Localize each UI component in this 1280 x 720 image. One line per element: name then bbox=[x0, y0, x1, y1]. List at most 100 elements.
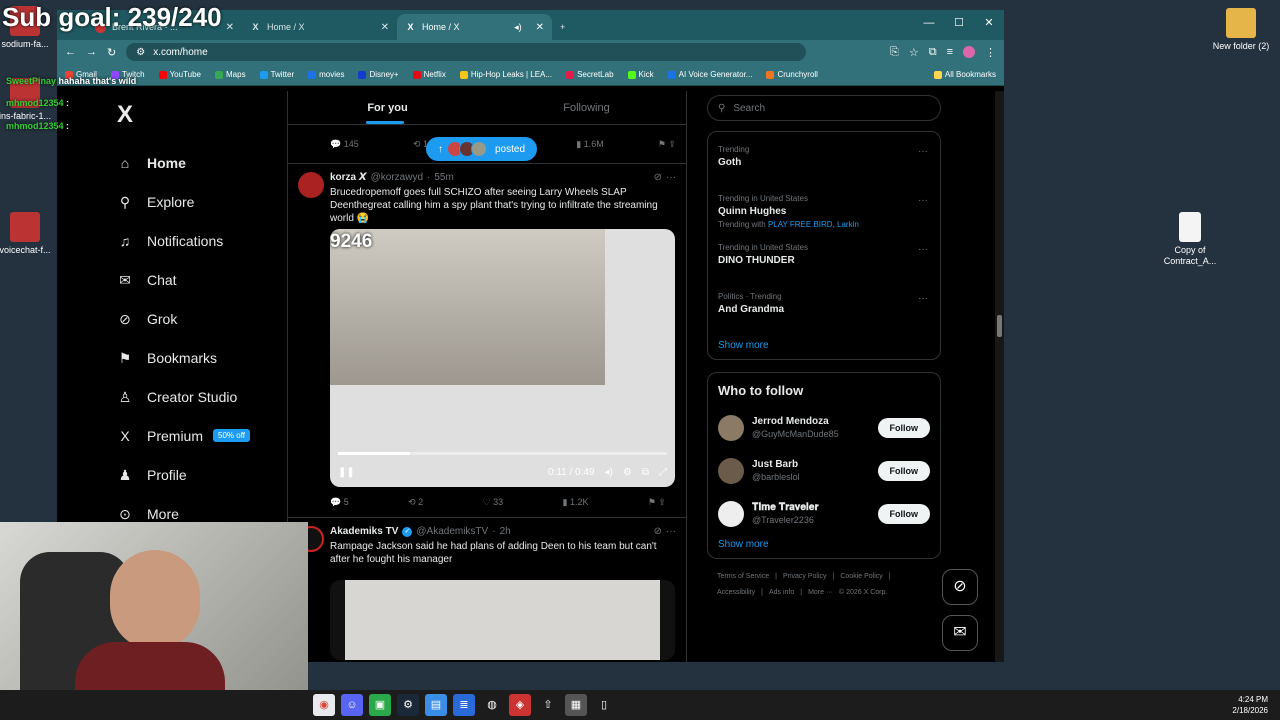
reply-button[interactable]: 💬 145 bbox=[330, 139, 359, 150]
fullscreen-icon[interactable]: ⤢ bbox=[659, 467, 667, 478]
tweet-time[interactable]: 2h bbox=[500, 526, 511, 537]
obs-icon[interactable]: ◍ bbox=[481, 694, 503, 716]
steam-icon[interactable]: ⚙ bbox=[397, 694, 419, 716]
avatar[interactable] bbox=[718, 500, 744, 527]
desktop-icon-new-folder[interactable]: New folder (2) bbox=[1206, 8, 1276, 52]
author-name[interactable]: Akademiks TV bbox=[330, 526, 398, 537]
close-window-icon[interactable]: ✕ bbox=[974, 10, 1004, 36]
back-icon[interactable]: ← bbox=[65, 46, 76, 58]
bookmark-item[interactable]: All Bookmarks bbox=[933, 70, 996, 79]
system-clock[interactable]: 4:24 PM 2/18/2026 bbox=[1232, 694, 1268, 716]
reload-icon[interactable]: ↻ bbox=[107, 46, 116, 59]
avatar[interactable] bbox=[718, 414, 744, 441]
follow-button[interactable]: Follow bbox=[877, 460, 930, 481]
extensions-icon[interactable]: ⧉ bbox=[929, 46, 937, 59]
trend-item[interactable]: Trending in United States Quinn Hughes ···… bbox=[718, 185, 930, 234]
url-field[interactable]: ⚙ x.com/home bbox=[126, 43, 807, 61]
footer-link[interactable]: Ads info bbox=[769, 589, 794, 596]
desktop-icon-voicechat[interactable]: voicechat-f... bbox=[0, 212, 60, 256]
speaker-icon[interactable]: ◂) bbox=[514, 22, 522, 33]
author-name[interactable]: korza 𝙓 bbox=[330, 172, 367, 183]
more-icon[interactable]: ··· bbox=[918, 244, 928, 255]
trend-item[interactable]: Trending Goth ··· bbox=[718, 136, 930, 185]
close-icon[interactable]: ✕ bbox=[226, 22, 234, 33]
bookmark-item[interactable]: Netflix bbox=[412, 70, 446, 79]
follow-name[interactable]: Jerrod Mendoza bbox=[752, 416, 839, 427]
nav-item-profile[interactable]: ♟ Profile bbox=[111, 455, 286, 494]
views-button[interactable]: ▮ 1.2K bbox=[563, 497, 589, 508]
bookmark-item[interactable]: YouTube bbox=[158, 70, 201, 79]
grok-float-icon[interactable]: ⊘ bbox=[942, 569, 978, 605]
views-button[interactable]: ▮ 1.6M bbox=[576, 139, 603, 150]
like-button[interactable]: ♡ 33 bbox=[483, 497, 504, 508]
more-icon[interactable]: ··· bbox=[666, 526, 676, 537]
nav-item-premium[interactable]: X Premium 50% off bbox=[111, 416, 286, 455]
tab-for-you[interactable]: For you bbox=[288, 91, 487, 124]
bookmark-item[interactable]: Kick bbox=[627, 70, 654, 79]
author-handle[interactable]: @korzawyd bbox=[371, 172, 423, 183]
trend-item[interactable]: Politics · Trending And Grandma ··· bbox=[718, 283, 930, 332]
notepad-icon[interactable]: ≣ bbox=[453, 694, 475, 716]
follow-button[interactable]: Follow bbox=[877, 417, 930, 438]
tweet[interactable]: Akademiks TV ✓ @AkademiksTV · 2h ⊘ ··· R… bbox=[288, 517, 686, 660]
pip-icon[interactable]: ⧉ bbox=[642, 467, 649, 478]
tab-following[interactable]: Following bbox=[487, 91, 686, 124]
footer-link[interactable]: More ··· bbox=[808, 589, 833, 596]
footer-link[interactable]: Terms of Service bbox=[717, 573, 769, 580]
discord-icon[interactable]: ☺ bbox=[341, 694, 363, 716]
trend-with-links[interactable]: PLAY FREE BIRD, Larkin bbox=[768, 220, 859, 229]
search-input[interactable]: ⚲ Search bbox=[707, 95, 941, 121]
more-icon[interactable]: ··· bbox=[918, 195, 928, 206]
bookmark-item[interactable]: Twitter bbox=[259, 70, 294, 79]
author-handle[interactable]: @AkademiksTV bbox=[416, 526, 488, 537]
nav-item-explore[interactable]: ⚲ Explore bbox=[111, 182, 286, 221]
footer-link[interactable]: Accessibility bbox=[717, 589, 755, 596]
more-icon[interactable]: ··· bbox=[666, 172, 676, 183]
menu-icon[interactable]: ⋮ bbox=[985, 46, 996, 59]
usb-icon[interactable]: ▯ bbox=[593, 694, 615, 716]
footer-link[interactable]: Cookie Policy bbox=[840, 573, 882, 580]
forward-icon[interactable]: → bbox=[86, 46, 97, 58]
video-player[interactable]: 9246 ❚❚ 0:11 / 0:49 ◂) ⚙ ⧉ ⤢ bbox=[330, 229, 675, 487]
browser-tab[interactable]: X Home / X ✕ bbox=[242, 14, 397, 40]
maximize-icon[interactable]: ☐ bbox=[944, 10, 974, 36]
site-info-icon[interactable]: ⚙ bbox=[136, 47, 145, 58]
footer-link[interactable]: © 2026 X Corp. bbox=[839, 589, 887, 596]
follow-show-more[interactable]: Show more bbox=[718, 539, 930, 550]
nav-item-home[interactable]: ⌂ Home bbox=[111, 143, 286, 182]
follow-name[interactable]: 𝐓𝐢𝐦𝐞 𝐓𝐫𝐚𝐯𝐞𝐥𝐞𝐫 bbox=[752, 502, 819, 513]
install-icon[interactable]: ⎘ bbox=[890, 46, 899, 59]
footer-link[interactable]: Privacy Policy bbox=[783, 573, 827, 580]
upload-icon[interactable]: ⇧ bbox=[537, 694, 559, 716]
settings-icon[interactable]: ⚙ bbox=[623, 467, 632, 478]
new-tab-button[interactable]: + bbox=[552, 14, 582, 40]
bookmark-item[interactable]: Disney+ bbox=[358, 70, 399, 79]
bookmark-icon[interactable]: ⚑ ⇪ bbox=[658, 139, 676, 150]
more-icon[interactable]: ··· bbox=[918, 146, 928, 157]
follow-suggestion[interactable]: Jerrod Mendoza @GuyMcManDude85 Follow bbox=[718, 406, 930, 449]
more-icon[interactable]: ··· bbox=[918, 293, 928, 304]
bookmark-item[interactable]: AI Voice Generator... bbox=[667, 70, 752, 79]
nav-item-bookmarks[interactable]: ⚑ Bookmarks bbox=[111, 338, 286, 377]
follow-button[interactable]: Follow bbox=[877, 503, 930, 524]
bookmark-icon[interactable]: ⚑ ⇪ bbox=[648, 497, 666, 508]
avatar[interactable] bbox=[718, 457, 744, 484]
bookmark-item[interactable]: SecretLab bbox=[566, 70, 614, 79]
app-icon[interactable]: ◈ bbox=[509, 694, 531, 716]
grok-icon[interactable]: ⊘ bbox=[654, 526, 662, 537]
bookmark-item[interactable]: Crunchyroll bbox=[766, 70, 818, 79]
profile-avatar[interactable] bbox=[963, 46, 975, 58]
nav-item-notifications[interactable]: ♫ Notifications bbox=[111, 221, 286, 260]
messages-float-icon[interactable]: ✉ bbox=[942, 615, 978, 651]
reply-button[interactable]: 💬 5 bbox=[330, 497, 349, 508]
nav-item-creator-studio[interactable]: ♙ Creator Studio bbox=[111, 377, 286, 416]
new-posts-pill[interactable]: ↑ posted bbox=[426, 137, 538, 161]
pause-icon[interactable]: ❚❚ bbox=[338, 467, 355, 478]
follow-suggestion[interactable]: 𝐓𝐢𝐦𝐞 𝐓𝐫𝐚𝐯𝐞𝐥𝐞𝐫 @Traveler2236 Follow bbox=[718, 492, 930, 535]
volume-icon[interactable]: ◂) bbox=[605, 467, 613, 478]
nav-item-chat[interactable]: ✉ Chat bbox=[111, 260, 286, 299]
x-logo[interactable]: X bbox=[117, 101, 286, 129]
app-icon[interactable]: ▦ bbox=[565, 694, 587, 716]
video-progress[interactable] bbox=[338, 452, 667, 455]
browser-tab-active[interactable]: X Home / X ◂) ✕ bbox=[397, 14, 552, 40]
